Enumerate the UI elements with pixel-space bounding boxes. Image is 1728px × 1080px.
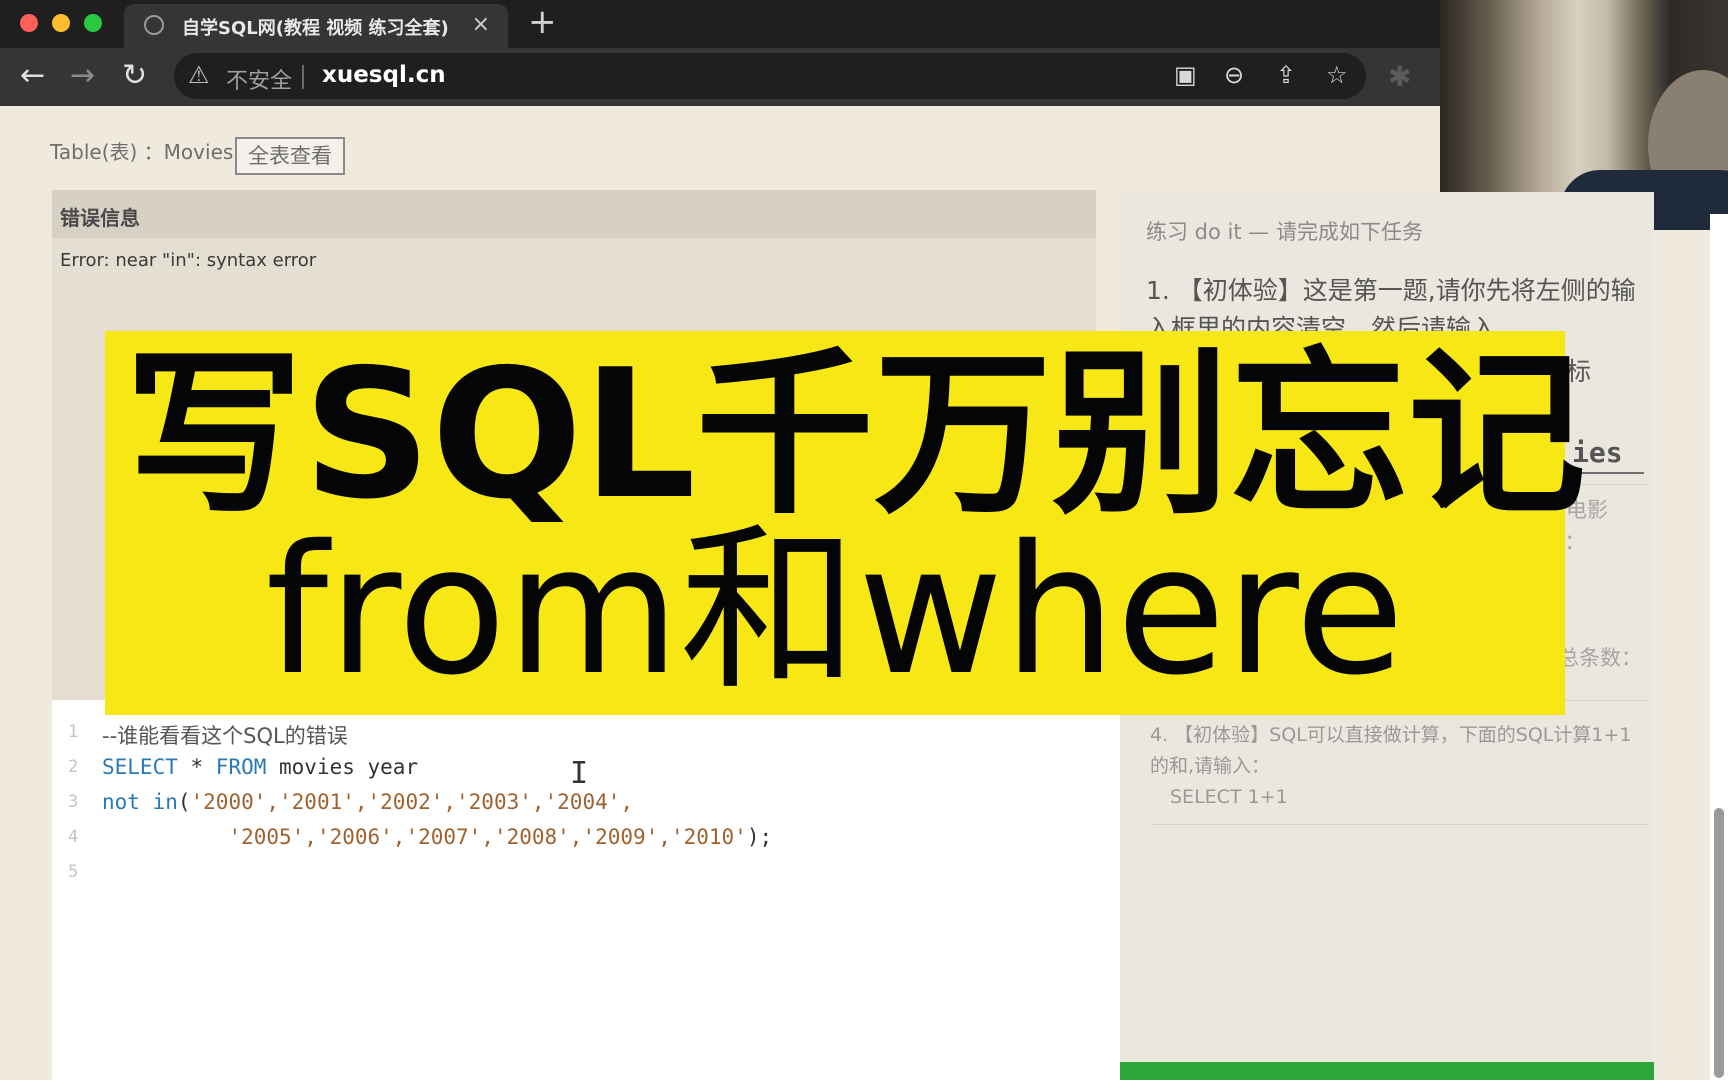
sql-paren-open: ( <box>177 790 191 814</box>
sql-keyword-not-in: not in <box>102 790 178 814</box>
line-number: 1 <box>68 722 79 742</box>
code-line-2[interactable]: SELECT * FROM movies year <box>102 755 418 779</box>
error-message: Error: near "in": syntax error <box>60 250 317 271</box>
reload-icon[interactable]: ↻ <box>122 58 147 94</box>
error-panel-title: 错误信息 <box>60 206 140 230</box>
window-zoom-button[interactable] <box>84 14 102 32</box>
line-number: 3 <box>68 792 79 812</box>
tab-title: 自学SQL网(教程 视频 练习全套) <box>182 18 449 39</box>
sql-star: * <box>177 755 216 779</box>
caption-line-1: 写SQL千万别忘记 <box>125 331 1586 538</box>
sql-keyword-from: FROM <box>215 755 267 779</box>
text-cursor-icon: I <box>570 756 589 791</box>
sql-keyword-select: SELECT <box>102 755 178 779</box>
sql-editor[interactable]: 1 2 3 4 5 --谁能看看这个SQL的错误 SELECT * FROM m… <box>52 700 1120 1080</box>
line-number: 4 <box>68 827 79 847</box>
translate-icon[interactable]: ▣ <box>1174 61 1197 89</box>
sql-paren-close: ); <box>746 825 773 849</box>
sql-values-2: '2005','2006','2007','2008','2009','2010… <box>228 825 747 849</box>
view-all-button[interactable]: 全表查看 <box>235 137 345 175</box>
zoom-icon[interactable]: ⊖ <box>1224 61 1244 89</box>
sql-values-1: '2000','2001','2002','2003','2004', <box>190 790 634 814</box>
task-panel-heading: 练习 do it — 请完成如下任务 <box>1146 220 1423 244</box>
forward-arrow-icon[interactable]: → <box>70 58 95 94</box>
code-line-4[interactable]: '2005','2006','2007','2008','2009','2010… <box>102 825 772 849</box>
scrollbar-thumb[interactable] <box>1714 808 1724 1078</box>
submit-bar[interactable] <box>1120 1062 1654 1080</box>
table-label: Table(表) ：Movies <box>50 140 234 164</box>
extension-icon[interactable]: ✱ <box>1388 60 1411 93</box>
sql-table-name: movies year <box>266 755 419 779</box>
warning-icon: ⚠ <box>188 61 210 89</box>
address-bar[interactable]: ⚠ 不安全 xuesql.cn ▣ ⊖ ⇪ ☆ <box>174 53 1366 99</box>
caption-banner: 写SQL千万别忘记 from和where <box>105 331 1586 715</box>
window-minimize-button[interactable] <box>52 14 70 32</box>
address-divider <box>302 65 304 89</box>
task-4-sql: SELECT 1+1 <box>1170 786 1288 808</box>
globe-icon <box>144 15 164 35</box>
caption-line-2: from和where <box>265 507 1405 714</box>
divider <box>1152 824 1648 825</box>
share-icon[interactable]: ⇪ <box>1276 61 1296 89</box>
task-4-description: 4. 【初体验】SQL可以直接做计算，下面的SQL计算1+1的和,请输入： <box>1150 724 1632 777</box>
line-number: 2 <box>68 757 79 777</box>
window-close-button[interactable] <box>20 14 38 32</box>
browser-tab[interactable]: 自学SQL网(教程 视频 练习全套) × <box>124 4 508 48</box>
webcam-overlay <box>1440 0 1728 230</box>
bookmark-star-icon[interactable]: ☆ <box>1326 61 1348 89</box>
back-arrow-icon[interactable]: ← <box>20 58 45 94</box>
new-tab-button[interactable]: + <box>528 4 557 40</box>
tab-close-icon[interactable]: × <box>472 12 490 37</box>
sql-comment: --谁能看看这个SQL的错误 <box>102 724 348 748</box>
url-text[interactable]: xuesql.cn <box>322 62 446 88</box>
code-line-3[interactable]: not in('2000','2001','2002','2003','2004… <box>102 790 633 814</box>
code-line-1[interactable]: --谁能看看这个SQL的错误 <box>102 720 348 750</box>
error-panel-header: 错误信息 <box>52 190 1096 238</box>
line-number: 5 <box>68 862 79 882</box>
count-fragment: 总条数： <box>1558 646 1642 670</box>
task-4-text: 4. 【初体验】SQL可以直接做计算，下面的SQL计算1+1的和,请输入： SE… <box>1150 720 1650 813</box>
insecure-label: 不安全 <box>226 69 293 94</box>
